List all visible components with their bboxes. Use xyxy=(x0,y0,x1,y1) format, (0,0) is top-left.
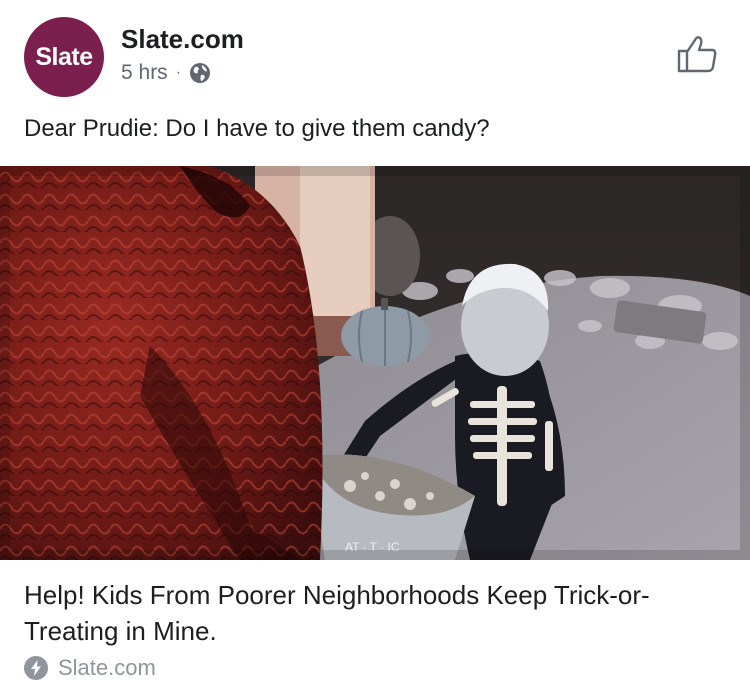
meta-separator: · xyxy=(175,64,182,81)
link-title[interactable]: Help! Kids From Poorer Neighborhoods Kee… xyxy=(24,577,724,649)
lightning-bolt-icon xyxy=(24,656,48,680)
thumbs-up-icon[interactable] xyxy=(676,34,718,74)
link-preview-image[interactable]: AT · T · IC xyxy=(0,166,750,560)
page-name-link[interactable]: Slate.com xyxy=(121,24,244,55)
post-header: Slate Slate.com 5 hrs · Dear Prudie: Do … xyxy=(0,0,750,165)
link-source[interactable]: Slate.com xyxy=(24,655,156,681)
link-source-domain: Slate.com xyxy=(58,655,156,680)
post-timestamp[interactable]: 5 hrs xyxy=(121,61,168,85)
globe-icon xyxy=(189,62,211,84)
post-meta: 5 hrs · xyxy=(121,61,211,85)
avatar-logo-text: Slate xyxy=(35,42,93,71)
post-message: Dear Prudie: Do I have to give them cand… xyxy=(24,115,490,142)
page-avatar[interactable]: Slate xyxy=(24,17,104,97)
